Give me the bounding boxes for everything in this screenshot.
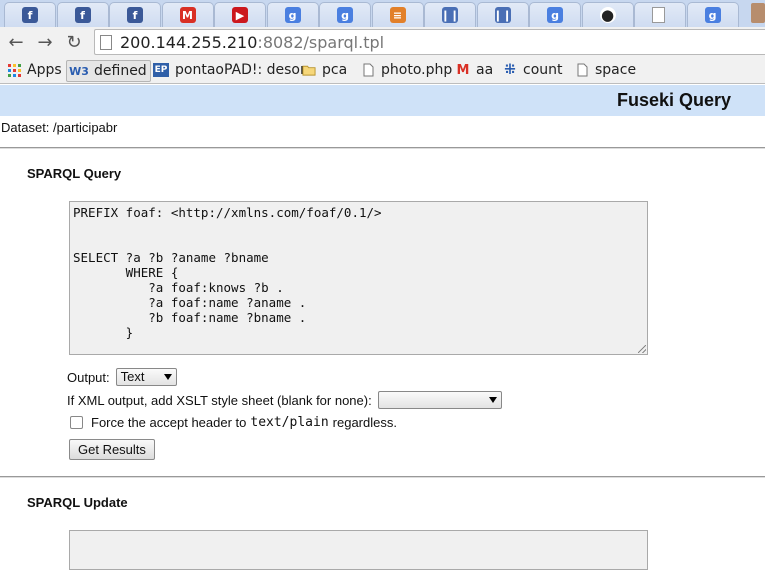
bookmark-label: space: [595, 62, 637, 78]
folder-icon: [302, 63, 316, 77]
bookmark-label: pca: [322, 62, 348, 78]
w3schools-icon: W3: [69, 64, 89, 78]
browser-tab[interactable]: g: [686, 2, 739, 27]
page-title: Fuseki Query: [616, 90, 731, 110]
query-text: PREFIX foaf: <http://xmlns.com/foaf/0.1/…: [73, 205, 382, 340]
apps-grid-icon: [7, 63, 21, 77]
browser-tab[interactable]: g: [266, 2, 319, 27]
bookmark-apps[interactable]: Apps: [7, 60, 62, 80]
back-icon[interactable]: ←: [5, 31, 27, 53]
browser-tab[interactable]: M: [161, 2, 214, 27]
xslt-select[interactable]: [377, 391, 502, 409]
update-text: [70, 531, 647, 537]
force-label-end: regardless.: [332, 415, 397, 430]
user-avatar[interactable]: [751, 3, 765, 23]
output-select[interactable]: Text: [115, 368, 177, 386]
reload-icon[interactable]: ↻: [63, 31, 85, 53]
divider: [0, 476, 765, 478]
google-icon: g: [547, 7, 563, 23]
page-header: Fuseki Query: [0, 85, 765, 116]
browser-tab[interactable]: f: [56, 2, 109, 27]
get-results-button[interactable]: Get Results: [69, 439, 155, 460]
stack-overflow-icon: ≡: [389, 7, 406, 23]
ep-icon: EP: [153, 63, 169, 77]
bookmark-photo[interactable]: photo.php: [361, 60, 452, 80]
facebook-icon: f: [74, 7, 91, 23]
page-icon: [100, 35, 112, 50]
page-icon: [361, 63, 375, 77]
bookmark-pontao[interactable]: EP pontaoPAD!: desor: [153, 60, 306, 80]
bookmark-defined[interactable]: W3 defined: [66, 60, 151, 82]
bookmark-label: Apps: [27, 62, 62, 78]
facebook-icon: f: [22, 7, 38, 23]
github-icon: ●: [599, 6, 616, 24]
update-textarea[interactable]: [69, 530, 648, 570]
url-text: 200.144.255.210:8082/sparql.tpl: [120, 33, 385, 52]
output-label: Output:: [67, 369, 110, 385]
tab-strip: f f f M ▶ g g ≡ ❙❙ ❙❙ g ● g: [0, 0, 765, 27]
bookmark-count[interactable]: ⁜ count: [503, 60, 563, 80]
page-icon: [575, 63, 589, 77]
google-icon: g: [704, 7, 721, 23]
browser-tab[interactable]: f: [109, 2, 161, 27]
sparql-update-heading: SPARQL Update: [27, 495, 128, 510]
page-icon: [652, 7, 665, 23]
browser-tab[interactable]: ❙❙: [424, 2, 476, 27]
bookmark-label: defined: [94, 63, 147, 79]
dropdown-arrow-icon: [488, 397, 497, 403]
force-header-row: Force the accept header to text/plain re…: [70, 415, 397, 430]
bookmark-space[interactable]: space: [575, 60, 636, 80]
dataset-label: Dataset: /participabr: [1, 120, 118, 135]
xslt-row: If XML output, add XSLT style sheet (bla…: [67, 391, 502, 409]
force-accept-checkbox[interactable]: [70, 416, 83, 429]
sparql-query-heading: SPARQL Query: [27, 166, 122, 181]
browser-tab[interactable]: ▶: [214, 2, 266, 27]
bookmark-label: count: [523, 62, 563, 78]
bookmark-label: photo.php: [381, 62, 453, 78]
browser-tab[interactable]: ≡: [371, 2, 424, 27]
google-icon: g: [337, 7, 353, 23]
query-textarea[interactable]: PREFIX foaf: <http://xmlns.com/foaf/0.1/…: [69, 201, 648, 355]
network-icon: ⁜: [504, 62, 516, 78]
output-row: Output: Text: [67, 368, 177, 386]
bookmark-aa[interactable]: M aa: [456, 60, 494, 80]
bookmarks-bar: Apps W3 defined EP pontaoPAD!: desor pca…: [0, 57, 765, 84]
address-bar[interactable]: 200.144.255.210:8082/sparql.tpl: [94, 29, 765, 55]
youtube-icon: ▶: [232, 7, 248, 23]
bookmark-label: pontaoPAD!: desor: [175, 62, 306, 78]
slides-icon: ❙❙: [440, 7, 460, 23]
force-label-code: text/plain: [250, 415, 329, 430]
gmail-icon: M: [456, 62, 470, 78]
browser-tab[interactable]: g: [319, 2, 371, 27]
resize-handle-icon[interactable]: [638, 345, 646, 353]
browser-tab[interactable]: ❙❙: [476, 2, 529, 27]
browser-toolbar: ← → ↻ 200.144.255.210:8082/sparql.tpl: [0, 27, 765, 57]
dropdown-arrow-icon: [163, 374, 172, 380]
forward-icon[interactable]: →: [34, 31, 56, 53]
browser-tab[interactable]: g: [529, 2, 581, 27]
gmail-icon: M: [179, 7, 196, 23]
browser-tab[interactable]: [634, 2, 686, 27]
output-select-value: Text: [120, 369, 145, 384]
force-label: Force the accept header to: [91, 415, 247, 430]
bookmark-pca[interactable]: pca: [302, 60, 347, 80]
bookmark-label: aa: [476, 62, 494, 78]
google-icon: g: [284, 7, 301, 23]
divider: [0, 147, 765, 149]
xslt-label: If XML output, add XSLT style sheet (bla…: [67, 392, 372, 408]
browser-tab[interactable]: f: [4, 2, 56, 27]
browser-tab[interactable]: ●: [581, 2, 634, 27]
slides-icon: ❙❙: [493, 7, 512, 23]
facebook-icon: f: [127, 7, 143, 23]
